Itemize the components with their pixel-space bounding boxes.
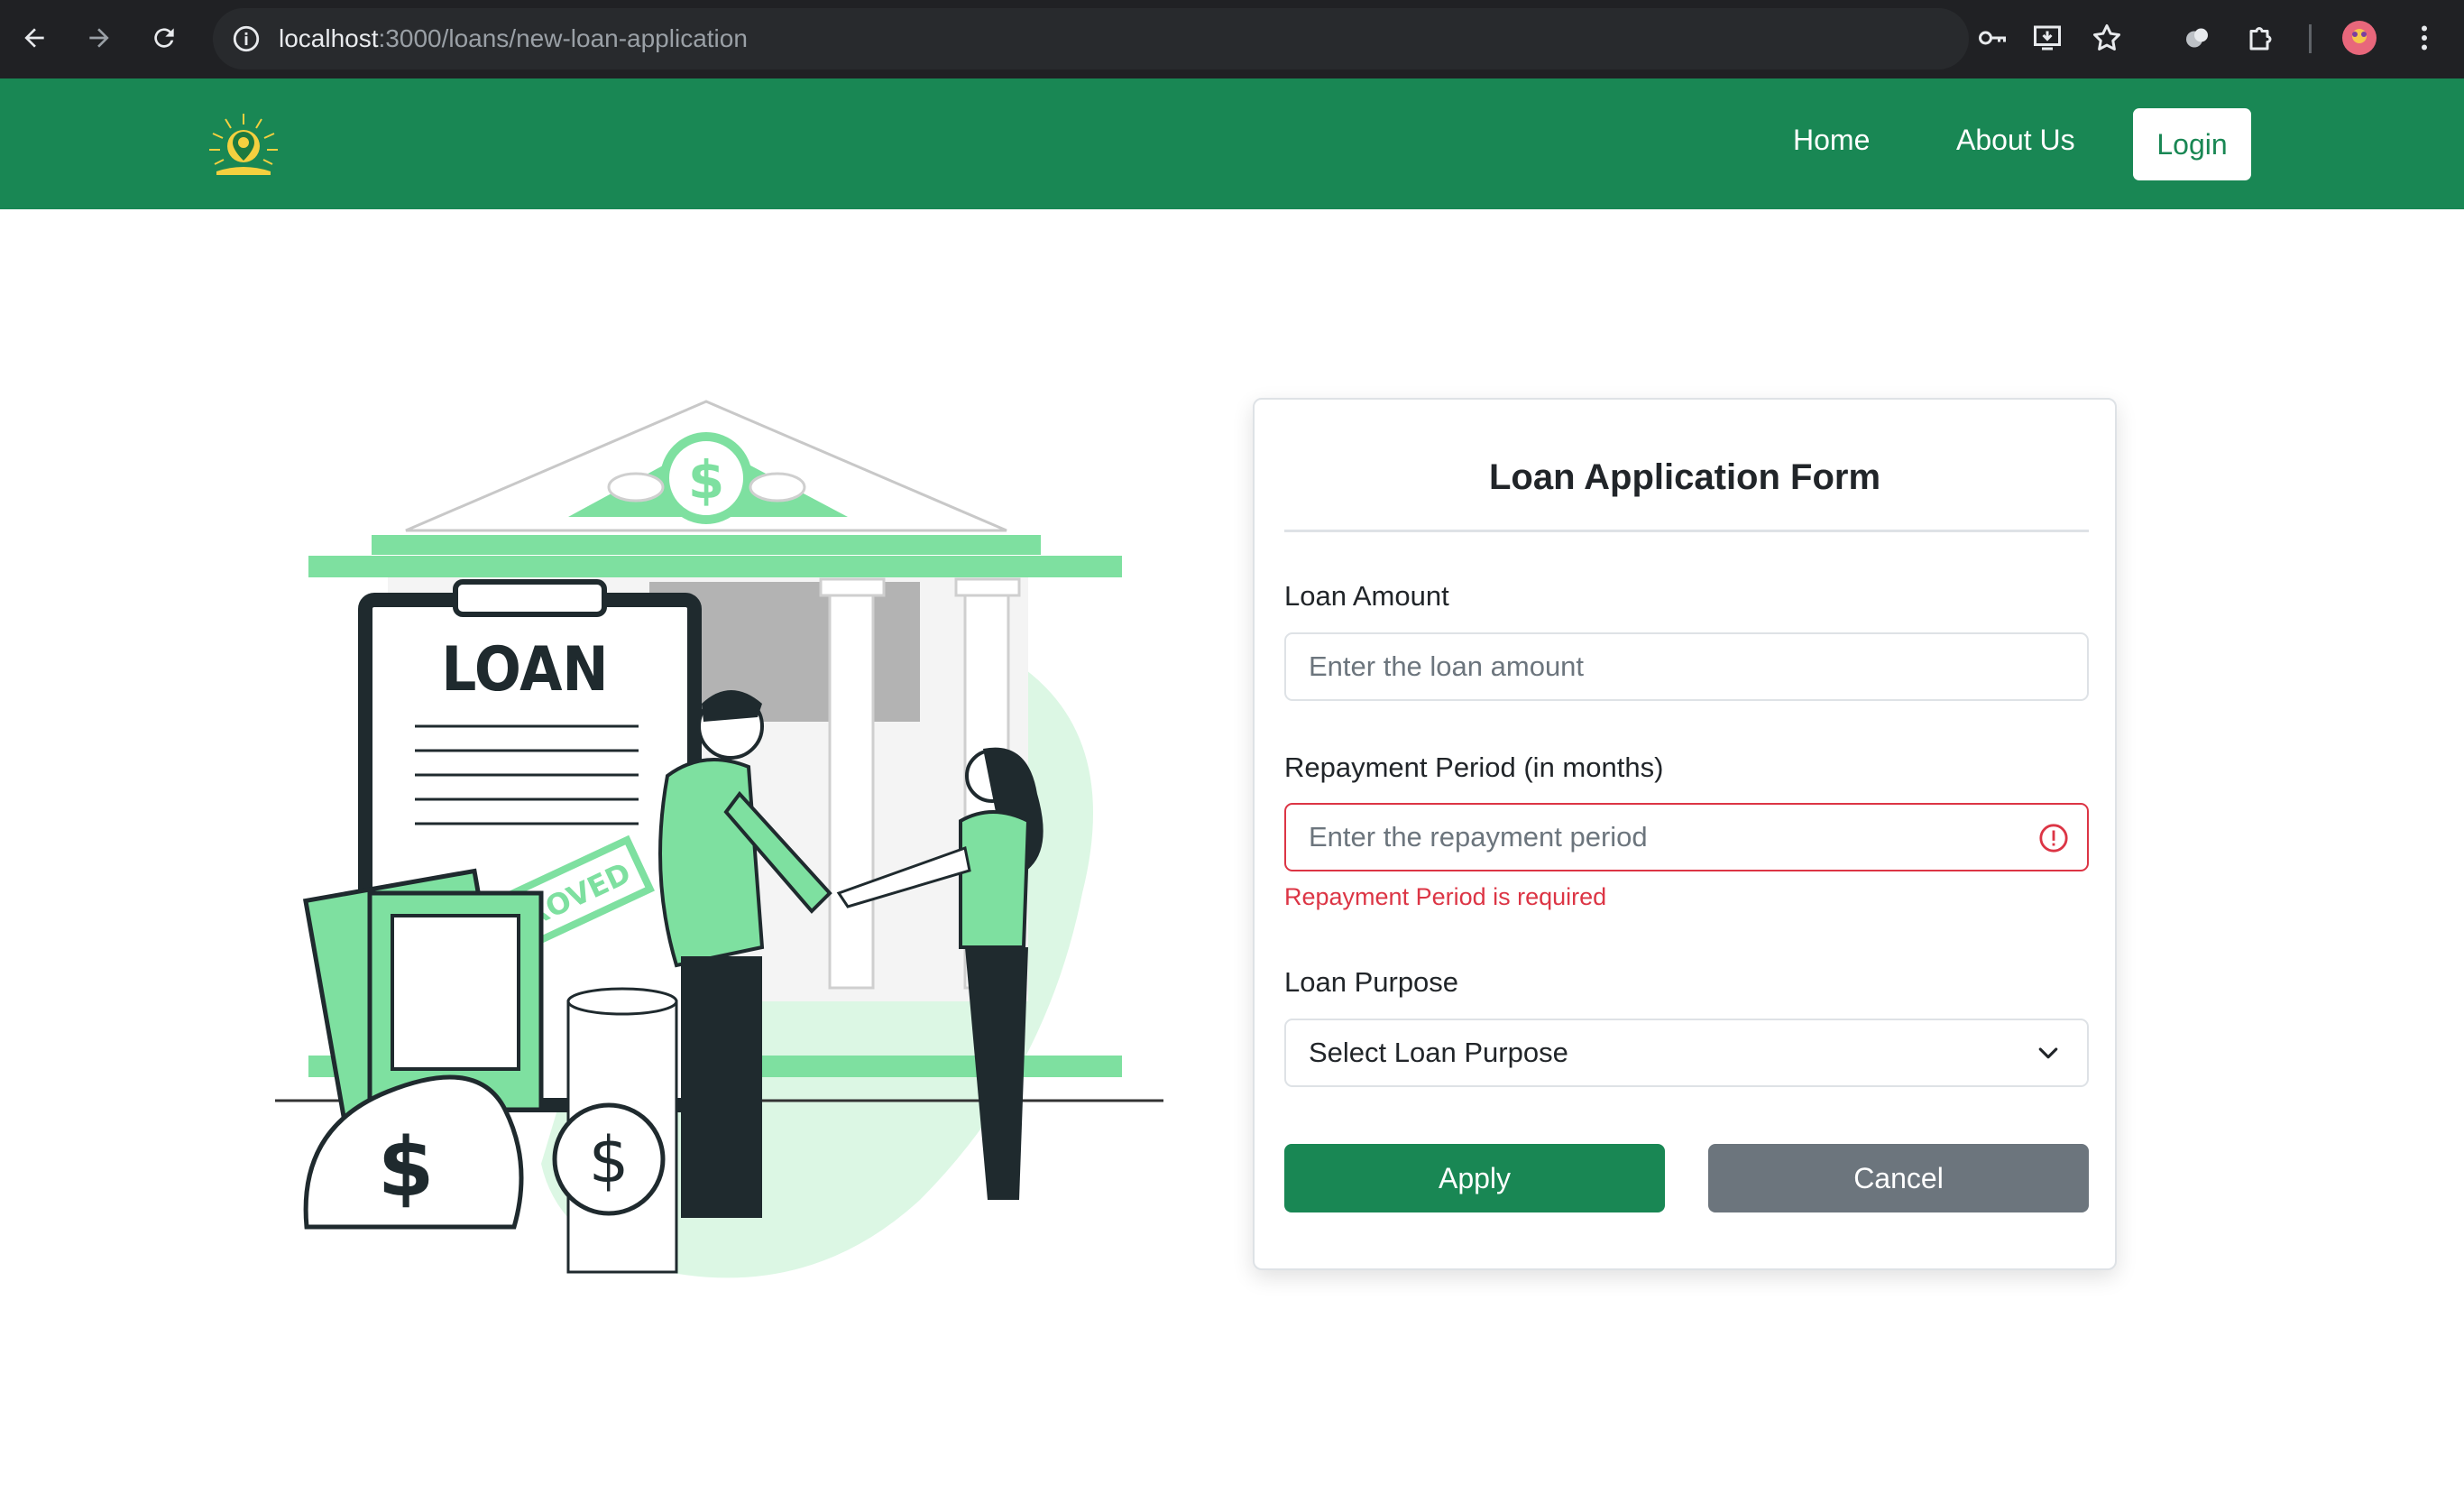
back-arrow-icon[interactable]	[13, 16, 56, 60]
url-path: :3000/loans/new-loan-application	[378, 24, 748, 52]
loan-purpose-select[interactable]: Select Loan Purpose	[1284, 1019, 2089, 1087]
address-bar[interactable]: localhost:3000/loans/new-loan-applicatio…	[213, 8, 1969, 69]
loan-amount-input[interactable]: Enter the loan amount	[1284, 632, 2089, 701]
bookmark-star-icon[interactable]	[2085, 16, 2128, 60]
loan-amount-placeholder: Enter the loan amount	[1309, 650, 1585, 682]
svg-text:$: $	[378, 1120, 435, 1215]
apply-button[interactable]: Apply	[1284, 1144, 1665, 1212]
loan-illustration: $ LOAN ROVED $ $	[271, 388, 1172, 1290]
site-navbar: Home About Us Login	[0, 78, 2464, 209]
error-alert-icon	[2038, 823, 2069, 853]
repayment-period-input[interactable]: Enter the repayment period	[1284, 803, 2089, 871]
repayment-period-error: Repayment Period is required	[1284, 883, 1607, 910]
reload-icon[interactable]	[143, 16, 186, 60]
toolbar-divider	[2309, 24, 2312, 53]
install-app-icon[interactable]	[2026, 16, 2069, 60]
nav-link-home[interactable]: Home	[1793, 124, 1870, 157]
forward-arrow-icon[interactable]	[78, 16, 121, 60]
menu-kebab-icon[interactable]	[2403, 16, 2446, 60]
loan-sign-text: LOAN	[441, 634, 608, 705]
loan-purpose-selected: Select Loan Purpose	[1309, 1037, 1568, 1068]
extension-cloud-icon[interactable]	[2175, 16, 2219, 60]
svg-text:$: $	[589, 1123, 630, 1197]
loan-purpose-label: Loan Purpose	[1284, 966, 1459, 998]
chevron-down-icon	[2035, 1040, 2062, 1067]
form-title: Loan Application Form	[1488, 457, 1881, 497]
key-icon[interactable]	[1971, 16, 2014, 60]
site-info-icon[interactable]	[231, 23, 262, 54]
nav-link-about-us[interactable]: About Us	[1956, 124, 2075, 157]
loan-application-card: Loan Application Form Loan Amount Enter …	[1253, 398, 2117, 1270]
brand-logo-icon[interactable]	[207, 112, 280, 179]
extension-puzzle-icon[interactable]	[2240, 16, 2284, 60]
loan-amount-label: Loan Amount	[1284, 580, 1449, 612]
cancel-button[interactable]: Cancel	[1708, 1144, 2089, 1212]
browser-toolbar: localhost:3000/loans/new-loan-applicatio…	[0, 0, 2464, 78]
profile-avatar-icon[interactable]	[2338, 16, 2381, 60]
repayment-period-placeholder: Enter the repayment period	[1309, 821, 1648, 853]
title-divider	[1284, 530, 2089, 532]
svg-text:$: $	[688, 449, 724, 511]
login-button[interactable]: Login	[2133, 108, 2251, 180]
url-host: localhost	[279, 24, 379, 52]
url-text: localhost:3000/loans/new-loan-applicatio…	[279, 8, 748, 69]
repayment-period-label: Repayment Period (in months)	[1284, 751, 1664, 783]
